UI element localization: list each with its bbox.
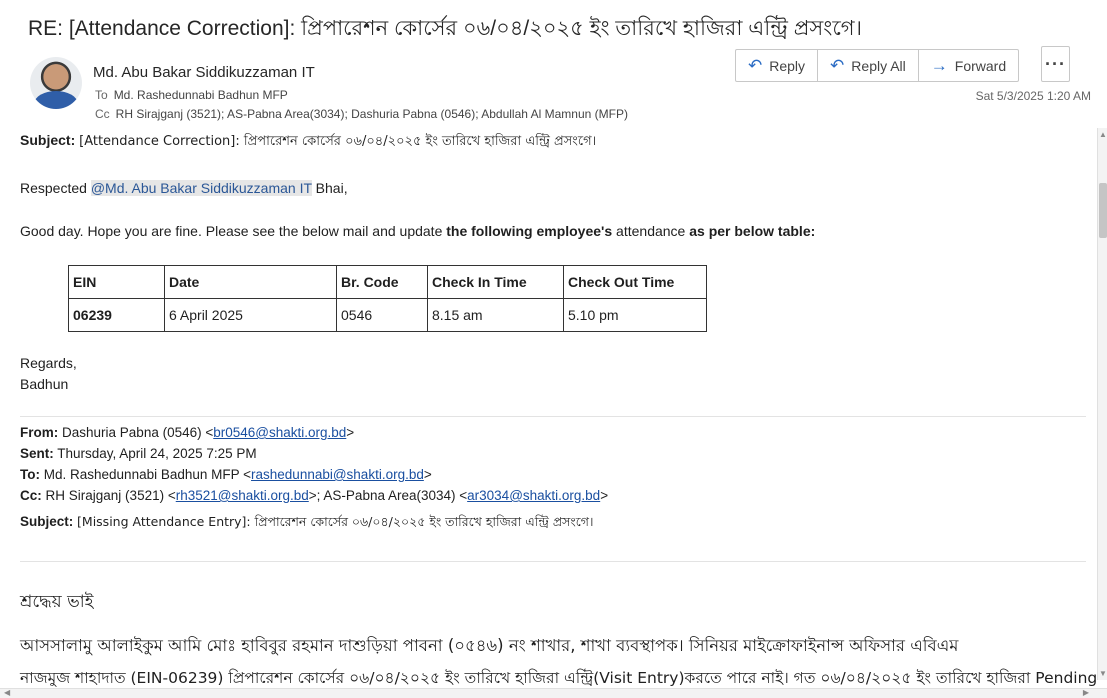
fwd-cc-email-link-1[interactable]: rh3521@shakti.org.bd xyxy=(176,488,309,503)
intro-text-a: Good day. Hope you are fine. Please see … xyxy=(20,223,447,239)
reply-icon: ↶ xyxy=(748,55,763,75)
fwd-to-label: To: xyxy=(20,467,40,482)
reply-label: Reply xyxy=(769,57,806,74)
divider xyxy=(20,416,1086,417)
body-subject-text: [Attendance Correction]: প্রিপারেশন কোর্… xyxy=(79,134,597,149)
vertical-scrollbar[interactable]: ▲ ▼ xyxy=(1097,128,1107,680)
table-header-checkout: Check Out Time xyxy=(563,265,707,299)
divider xyxy=(20,561,1086,562)
more-actions-button[interactable]: ··· xyxy=(1041,46,1070,82)
cc-row: Cc RH Sirajganj (3521); AS-Pabna Area(303… xyxy=(95,107,628,121)
fwd-sent-text: Thursday, April 24, 2025 7:25 PM xyxy=(57,446,257,461)
to-recipients[interactable]: Md. Rashedunnabi Badhun MFP xyxy=(114,88,288,102)
reply-all-label: Reply All xyxy=(851,57,906,74)
table-header-date: Date xyxy=(164,265,337,299)
greeting-suffix: Bhai, xyxy=(311,180,348,196)
body-subject-line: Subject: [Attendance Correction]: প্রিপা… xyxy=(20,132,596,153)
forward-button[interactable]: → Forward xyxy=(919,50,1018,81)
body-subject-label: Subject: xyxy=(20,132,76,148)
intro-text-b: the following employee's xyxy=(446,223,613,239)
fwd-cc-email-link-2[interactable]: ar3034@shakti.org.bd xyxy=(467,488,600,503)
received-timestamp: Sat 5/3/2025 1:20 AM xyxy=(975,89,1091,103)
fwd-from-text: Dashuria Pabna (0546) < xyxy=(62,425,214,440)
fwd-cc-text2: >; AS-Pabna Area(3034) < xyxy=(308,488,468,503)
attendance-table: EIN Date Br. Code Check In Time Check Ou… xyxy=(68,265,707,332)
forward-label: Forward xyxy=(954,57,1007,74)
reply-button[interactable]: ↶ Reply xyxy=(736,50,819,81)
fwd-sent-line: Sent: Thursday, April 24, 2025 7:25 PM xyxy=(20,446,257,461)
message-actions: ↶ Reply ↶ Reply All → Forward xyxy=(735,49,1020,82)
table-cell-checkout: 5.10 pm xyxy=(563,298,707,332)
forward-icon: → xyxy=(930,55,948,75)
cc-label: Cc xyxy=(95,107,110,121)
greeting-prefix: Respected xyxy=(20,180,91,196)
fwd-from-label: From: xyxy=(20,425,59,440)
scroll-right-icon[interactable]: ▶ xyxy=(1083,688,1089,697)
fwd-from-close: > xyxy=(346,425,355,440)
scroll-down-icon[interactable]: ▼ xyxy=(1099,669,1107,678)
fwd-to-line: To: Md. Rashedunnabi Badhun MFP <rashedu… xyxy=(20,467,432,482)
fwd-to-text: Md. Rashedunnabi Badhun MFP < xyxy=(43,467,252,482)
intro-paragraph: Good day. Hope you are fine. Please see … xyxy=(20,223,815,239)
bangla-salutation: শ্রদ্ধেয় ভাই xyxy=(20,592,94,612)
fwd-subject-label: Subject: xyxy=(20,514,74,529)
reply-all-icon: ↶ xyxy=(830,55,845,75)
reply-all-button[interactable]: ↶ Reply All xyxy=(818,50,919,81)
greeting-line: Respected @Md. Abu Bakar Siddikuzzaman I… xyxy=(20,180,348,196)
table-header-row: EIN Date Br. Code Check In Time Check Ou… xyxy=(68,265,707,299)
table-header-checkin: Check In Time xyxy=(427,265,564,299)
table-cell-date: 6 April 2025 xyxy=(164,298,337,332)
fwd-from-line: From: Dashuria Pabna (0546) <br0546@shak… xyxy=(20,425,354,440)
bangla-line-1: আসসালামু আলাইকুম আমি মোঃ হাবিবুর রহমান দ… xyxy=(20,636,959,655)
email-title: RE: [Attendance Correction]: প্রিপারেশন … xyxy=(28,17,863,40)
fwd-cc-text1: RH Sirajganj (3521) < xyxy=(45,488,176,503)
fwd-cc-label: Cc: xyxy=(20,488,42,503)
regards-text: Regards, xyxy=(20,355,77,371)
table-header-ein: EIN xyxy=(68,265,165,299)
fwd-from-email-link[interactable]: br0546@shakti.org.bd xyxy=(213,425,346,440)
signature-name: Badhun xyxy=(20,376,69,392)
scroll-left-icon[interactable]: ◀ xyxy=(4,688,10,697)
sender-avatar[interactable] xyxy=(30,57,82,109)
intro-text-c: attendance xyxy=(612,223,690,239)
scroll-up-icon[interactable]: ▲ xyxy=(1099,130,1107,139)
table-cell-checkin: 8.15 am xyxy=(427,298,564,332)
fwd-sent-label: Sent: xyxy=(20,446,54,461)
to-label: To xyxy=(95,88,108,102)
fwd-to-close: > xyxy=(423,467,432,482)
cc-recipients[interactable]: RH Sirajganj (3521); AS-Pabna Area(3034)… xyxy=(116,107,628,121)
scroll-thumb[interactable] xyxy=(1099,183,1107,238)
fwd-cc-close: > xyxy=(600,488,609,503)
table-cell-branch: 0546 xyxy=(336,298,428,332)
mention-tag[interactable]: @Md. Abu Bakar Siddikuzzaman IT xyxy=(90,180,312,196)
sender-name[interactable]: Md. Abu Bakar Siddikuzzaman IT xyxy=(93,64,315,81)
table-row: 06239 6 April 2025 0546 8.15 am 5.10 pm xyxy=(68,298,707,332)
to-row: To Md. Rashedunnabi Badhun MFP xyxy=(95,88,288,102)
table-cell-ein: 06239 xyxy=(68,298,165,332)
intro-text-d: as per below table: xyxy=(689,223,816,239)
fwd-cc-line: Cc: RH Sirajganj (3521) <rh3521@shakti.o… xyxy=(20,488,608,503)
fwd-subject-text: [Missing Attendance Entry]: প্রিপারেশন ক… xyxy=(77,514,594,529)
fwd-subject-line: Subject: [Missing Attendance Entry]: প্র… xyxy=(20,514,593,534)
horizontal-scrollbar[interactable]: ◀ ▶ xyxy=(0,688,1107,698)
fwd-to-email-link[interactable]: rashedunnabi@shakti.org.bd xyxy=(251,467,424,482)
table-header-branch: Br. Code xyxy=(336,265,428,299)
